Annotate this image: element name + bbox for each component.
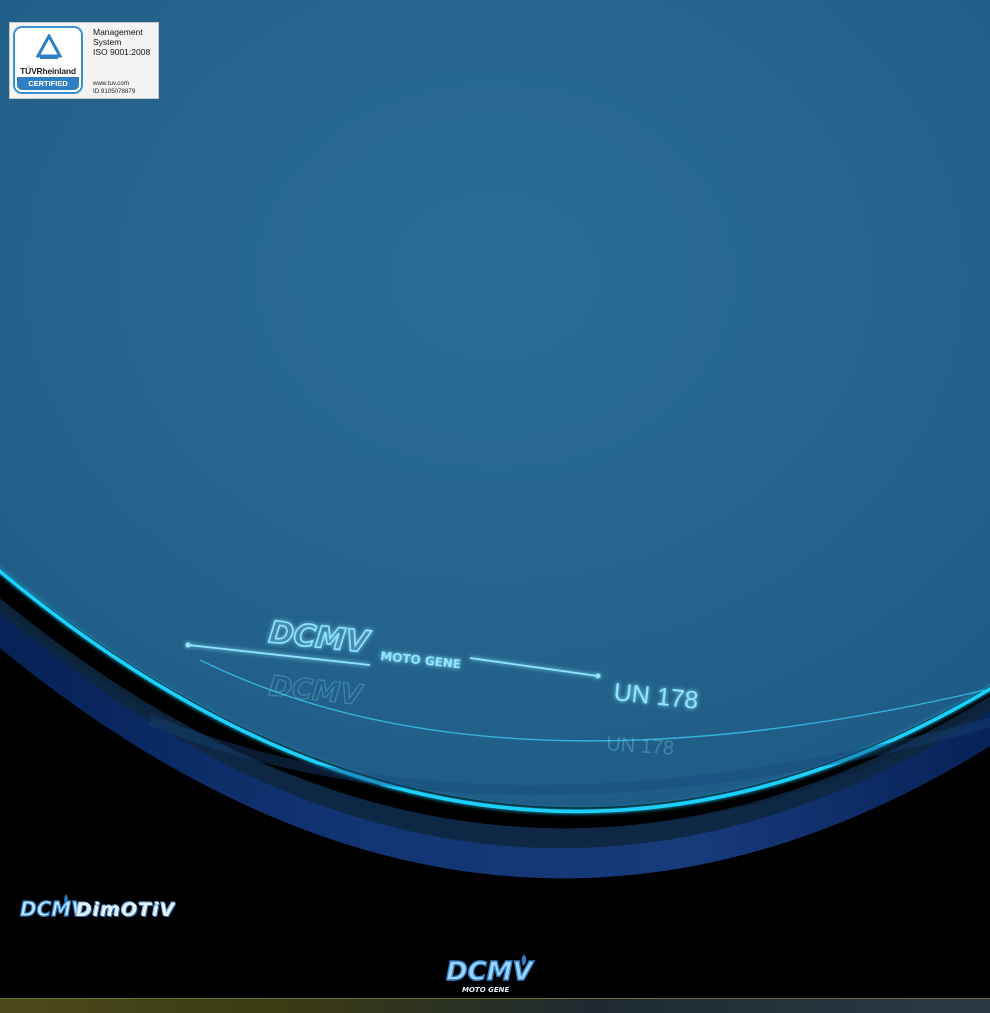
lens-body — [0, 0, 990, 808]
cert-website: www.tuv.com — [93, 80, 129, 87]
cert-system-text: Management System ISO 9001:2008 — [93, 27, 157, 57]
corner-logo-text: DCMV — [20, 897, 78, 921]
cert-line3: ISO 9001:2008 — [93, 47, 151, 57]
tuv-triangle-icon — [36, 34, 62, 59]
bottom-logo-text: DCMV — [446, 957, 535, 987]
bottom-logo-tagline: MOTO GENE — [462, 986, 509, 994]
tuv-certified-label: CERTIFIED — [17, 77, 79, 90]
tuv-certification-badge: TÜVRheinland CERTIFIED Management System… — [9, 22, 159, 99]
lens-scene: DCMV MOTO GENE UN 178 DCMV UN 178 — [0, 0, 990, 879]
dcmv-corner-logo: DCMV — [19, 894, 78, 922]
tuv-brand: TÜVRheinland — [20, 66, 76, 76]
tuv-seal: TÜVRheinland CERTIFIED — [13, 26, 83, 94]
dimotiv-wordmark: DimOTiV — [76, 899, 176, 921]
cert-line2: System — [93, 37, 122, 47]
bottom-strip — [0, 998, 990, 1013]
cert-details: www.tuv.com ID 9105078879 — [93, 80, 159, 95]
cert-id: ID 9105078879 — [93, 87, 136, 95]
dcmv-bottom-logo: DCMV MOTO GENE — [445, 954, 535, 994]
cert-line1: Management — [93, 27, 143, 37]
